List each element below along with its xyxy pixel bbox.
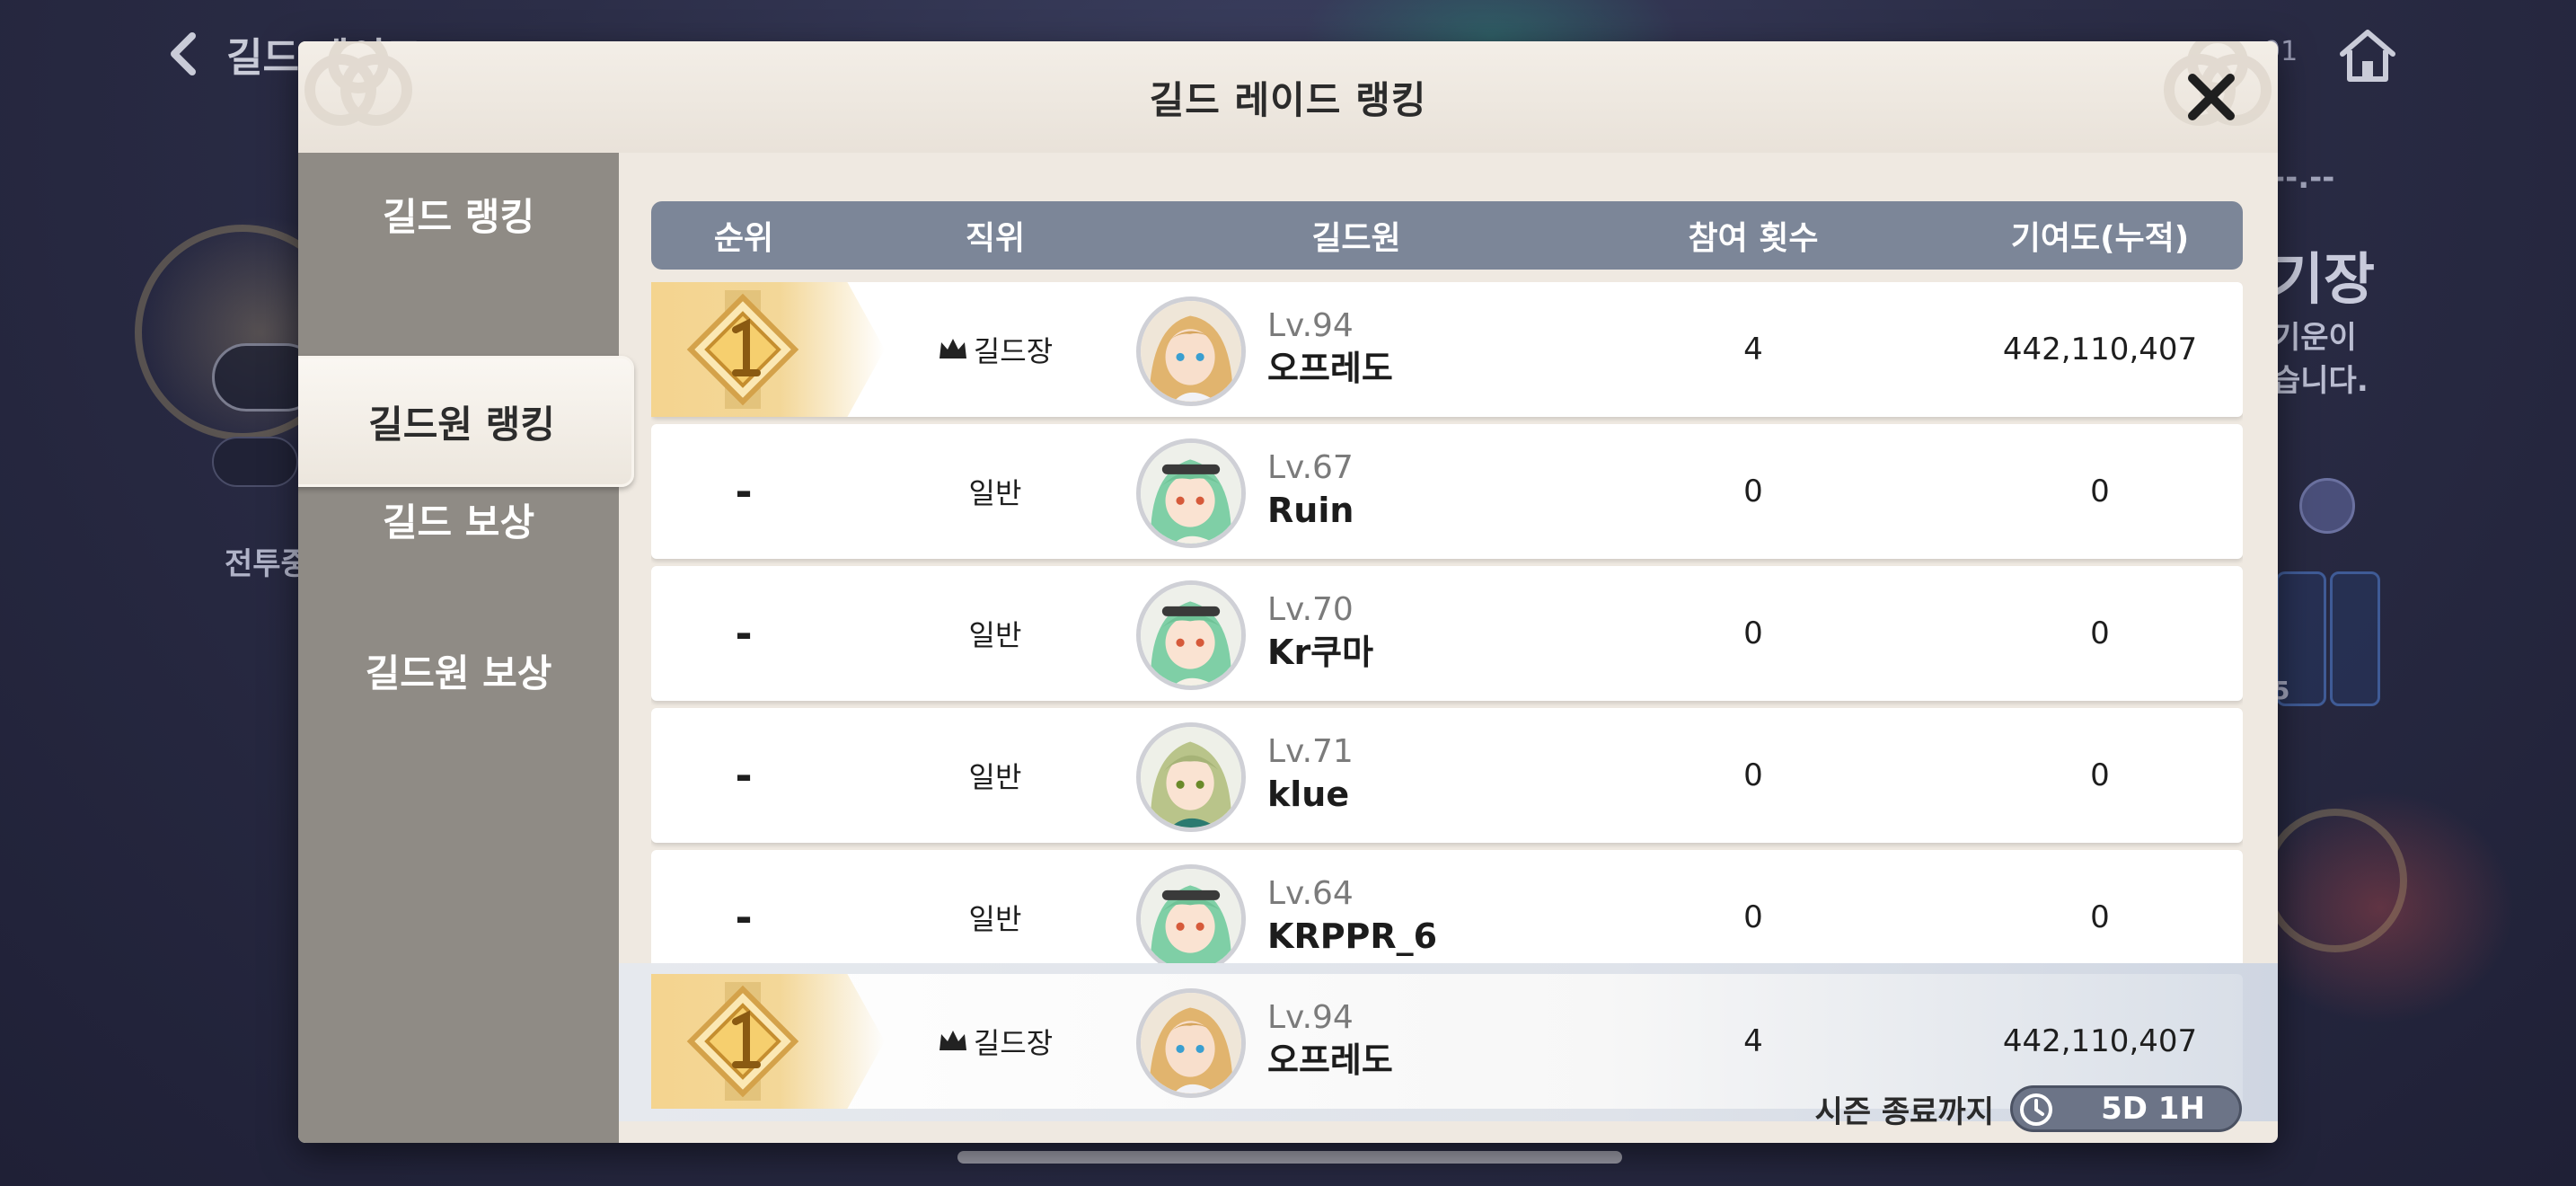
count-cell: 0 — [1743, 757, 1763, 793]
rank-cell: - — [735, 893, 753, 942]
tab-member-reward[interactable]: 길드원 보상 — [298, 616, 619, 724]
portrait-green-hair-icon — [1141, 443, 1241, 544]
rank-cell: - — [735, 609, 753, 658]
ranking-list[interactable]: 길드장 Lv.94 오프레도 4 442,110,407 - 일반 Lv.67 … — [651, 282, 2243, 963]
dialog-header: 길드 레이드 랭킹 — [298, 41, 2278, 153]
close-icon — [2188, 74, 2235, 120]
member-info: Lv.71 klue — [1267, 731, 1354, 816]
clock-icon — [2020, 1093, 2052, 1126]
count-cell: 0 — [1743, 899, 1763, 935]
rank-cell: - — [735, 751, 753, 800]
table-row[interactable]: - 일반 Lv.64 KRPPR_6 0 0 — [651, 850, 2243, 963]
position-cell: 일반 — [968, 760, 1022, 794]
member-avatar[interactable] — [1136, 296, 1246, 406]
tab-guild-reward[interactable]: 길드 보상 — [298, 465, 619, 573]
member-level: Lv.70 — [1267, 591, 1354, 628]
guild-raid-ranking-dialog: 길드 레이드 랭킹 길드 랭킹 길드원 랭킹 길드 보상 길드원 보상 순위 직… — [298, 41, 2278, 1143]
contribution-cell: 0 — [2090, 899, 2110, 935]
header-contribution: 기여도(누적) — [2010, 220, 2190, 257]
contribution-cell: 0 — [2090, 615, 2110, 651]
season-remaining-pill: 5D 1H — [2010, 1085, 2242, 1132]
tab-label: 길드 보상 — [382, 500, 535, 544]
member-info: Lv.70 Kr쿠마 — [1267, 589, 1373, 674]
count-cell: 0 — [1743, 474, 1763, 509]
tab-label: 길드원 보상 — [365, 651, 552, 695]
member-name: 오프레도 — [1267, 1040, 1393, 1080]
season-end-label: 시즌 종료까지 — [1814, 1093, 1994, 1130]
member-info: Lv.94 오프레도 — [1267, 997, 1393, 1082]
position-label: 길드장 — [973, 334, 1054, 368]
portrait-blonde-icon — [1141, 993, 1241, 1093]
member-name: 오프레도 — [1267, 349, 1393, 388]
rank-1-medal-icon — [686, 982, 799, 1101]
crown-icon — [939, 1031, 966, 1050]
bg-item-slot — [2330, 571, 2380, 706]
portrait-green-hair-icon — [1141, 869, 1241, 963]
position-cell: 일반 — [968, 902, 1022, 936]
bg-right-desc: 기운이 습니다. — [2272, 320, 2369, 399]
tab-label: 길드원 랭킹 — [368, 402, 555, 447]
table-row[interactable]: - 일반 Lv.67 Ruin 0 0 — [651, 424, 2243, 559]
knot-ornament-icon — [304, 41, 412, 126]
back-arrow-icon — [171, 32, 196, 75]
member-info: Lv.67 Ruin — [1267, 447, 1354, 532]
count-cell: 4 — [1743, 332, 1763, 367]
header-count: 참여 횟수 — [1688, 220, 1819, 257]
member-name: klue — [1267, 774, 1350, 814]
member-avatar[interactable] — [1136, 722, 1246, 832]
contribution-cell: 442,110,407 — [2002, 332, 2198, 367]
close-button[interactable] — [2177, 63, 2245, 131]
home-icon[interactable] — [2335, 23, 2400, 88]
season-remaining: 5D 1H — [2101, 1091, 2205, 1127]
count-cell: 0 — [1743, 615, 1763, 651]
bg-zoom-icon — [2299, 478, 2355, 534]
ranking-content: 순위 직위 길드원 참여 횟수 기여도(누적) 길드장 Lv.94 오프레도 4… — [619, 153, 2278, 1143]
bg-battle-label: 전투중 — [225, 546, 309, 582]
season-timer: 시즌 종료까지 5D 1H — [1814, 1084, 2242, 1134]
tab-guild-ranking[interactable]: 길드 랭킹 — [298, 160, 619, 268]
header-member: 길드원 — [1311, 220, 1401, 257]
position-cell: 길드장 — [836, 974, 1154, 1109]
member-avatar[interactable] — [1136, 988, 1246, 1098]
contribution-cell: 0 — [2090, 757, 2110, 793]
portrait-olive-hair-icon — [1141, 727, 1241, 828]
member-level: Lv.71 — [1267, 733, 1354, 770]
table-row[interactable]: 길드장 Lv.94 오프레도 4 442,110,407 — [651, 282, 2243, 417]
member-info: Lv.64 KRPPR_6 — [1267, 873, 1437, 958]
member-avatar[interactable] — [1136, 580, 1246, 690]
member-level: Lv.64 — [1267, 875, 1354, 912]
member-info: Lv.94 오프레도 — [1267, 305, 1393, 390]
position-cell: 길드장 — [836, 282, 1154, 417]
table-row[interactable]: - 일반 Lv.71 klue 0 0 — [651, 708, 2243, 843]
position-cell: 일반 — [968, 476, 1022, 510]
member-name: Kr쿠마 — [1267, 633, 1374, 672]
member-level: Lv.94 — [1267, 307, 1354, 344]
contribution-cell: 0 — [2090, 474, 2110, 509]
member-avatar[interactable] — [1136, 864, 1246, 963]
bg-clock-pill — [212, 437, 298, 487]
member-level: Lv.94 — [1267, 999, 1354, 1036]
crown-icon — [939, 339, 966, 358]
home-indicator[interactable] — [957, 1151, 1622, 1164]
header-rank: 순위 — [713, 220, 774, 257]
member-name: Ruin — [1267, 491, 1354, 530]
ranking-sidebar: 길드 랭킹 길드원 랭킹 길드 보상 길드원 보상 — [298, 153, 634, 1143]
rank-1-medal-icon — [686, 290, 799, 409]
portrait-blonde-icon — [1141, 301, 1241, 402]
position-cell: 일반 — [968, 618, 1022, 652]
member-level: Lv.67 — [1267, 449, 1354, 486]
bg-right-title: 기장 — [2272, 246, 2376, 312]
bg-emblem — [2263, 809, 2407, 952]
header-position: 직위 — [965, 220, 1026, 257]
bg-dash-value: --.-- — [2272, 160, 2335, 196]
rank-cell: - — [735, 467, 753, 516]
table-row[interactable]: - 일반 Lv.70 Kr쿠마 0 0 — [651, 566, 2243, 701]
dialog-title: 길드 레이드 랭킹 — [1149, 77, 1427, 122]
position-label: 길드장 — [973, 1026, 1054, 1060]
tab-label: 길드 랭킹 — [382, 194, 535, 239]
portrait-green-hair-icon — [1141, 585, 1241, 686]
table-header: 순위 직위 길드원 참여 횟수 기여도(누적) — [651, 201, 2243, 270]
member-name: KRPPR_6 — [1267, 916, 1438, 956]
member-avatar[interactable] — [1136, 438, 1246, 548]
